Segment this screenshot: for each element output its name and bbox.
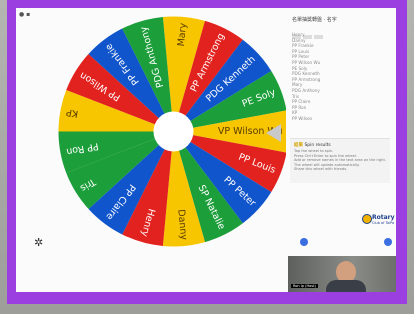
wheel-segment-label: KP (65, 106, 79, 119)
wheel-pointer-icon (266, 124, 281, 142)
wheel-segment-label: Mary (176, 22, 189, 47)
video-thumbnail[interactable]: Ron Ip (Host) (288, 256, 396, 292)
entries-panel: 名單抽獎轉盤 · 名字 Henry Danny PP Frankie PP Louis… (286, 12, 395, 292)
results-line: Share this wheel with friends. (294, 167, 348, 172)
participant-body (326, 280, 366, 292)
left-nav-button[interactable] (300, 238, 308, 246)
bee-icon: ✲ (34, 236, 44, 249)
results-label: 結果 (294, 143, 303, 148)
panel-title: 名單抽獎轉盤 · 名字 (292, 17, 337, 23)
panel-toolbar (292, 24, 350, 39)
results-text: Tap the wheel to spin. Press Ctrl+Enter t… (294, 149, 388, 172)
wheel-center[interactable] (153, 111, 194, 152)
rotary-wheel-icon (362, 214, 372, 224)
screen: ● ▪ Mary PP Armstrong PDG Kenneth PE Soly VP… (16, 8, 396, 292)
menu-icon[interactable]: ● ▪ (19, 11, 30, 18)
rotary-club: Club of TaiPo (372, 221, 395, 225)
participant-name-tag: Ron Ip (Host) (291, 284, 318, 288)
names-textarea[interactable]: Henry Danny PP Frankie PP Louis PP Peter PP W… (292, 32, 388, 122)
wheel-graphic[interactable]: Mary PP ArmstrongPDG KennethPE SolyVP Wil… (56, 14, 291, 249)
results-header: 結果 Spin results (294, 142, 331, 148)
results-box: 結果 Spin results Tap the wheel to spin. Pr… (290, 138, 390, 183)
rotary-name: Rotary (372, 214, 395, 221)
name-wheel[interactable]: Mary PP Armstrong PDG Kenneth PE Soly VP Wil… (56, 14, 291, 249)
name-entry[interactable]: PP Wilson (292, 116, 388, 122)
results-title: Spin results (304, 143, 331, 148)
right-nav-button[interactable] (384, 238, 392, 246)
